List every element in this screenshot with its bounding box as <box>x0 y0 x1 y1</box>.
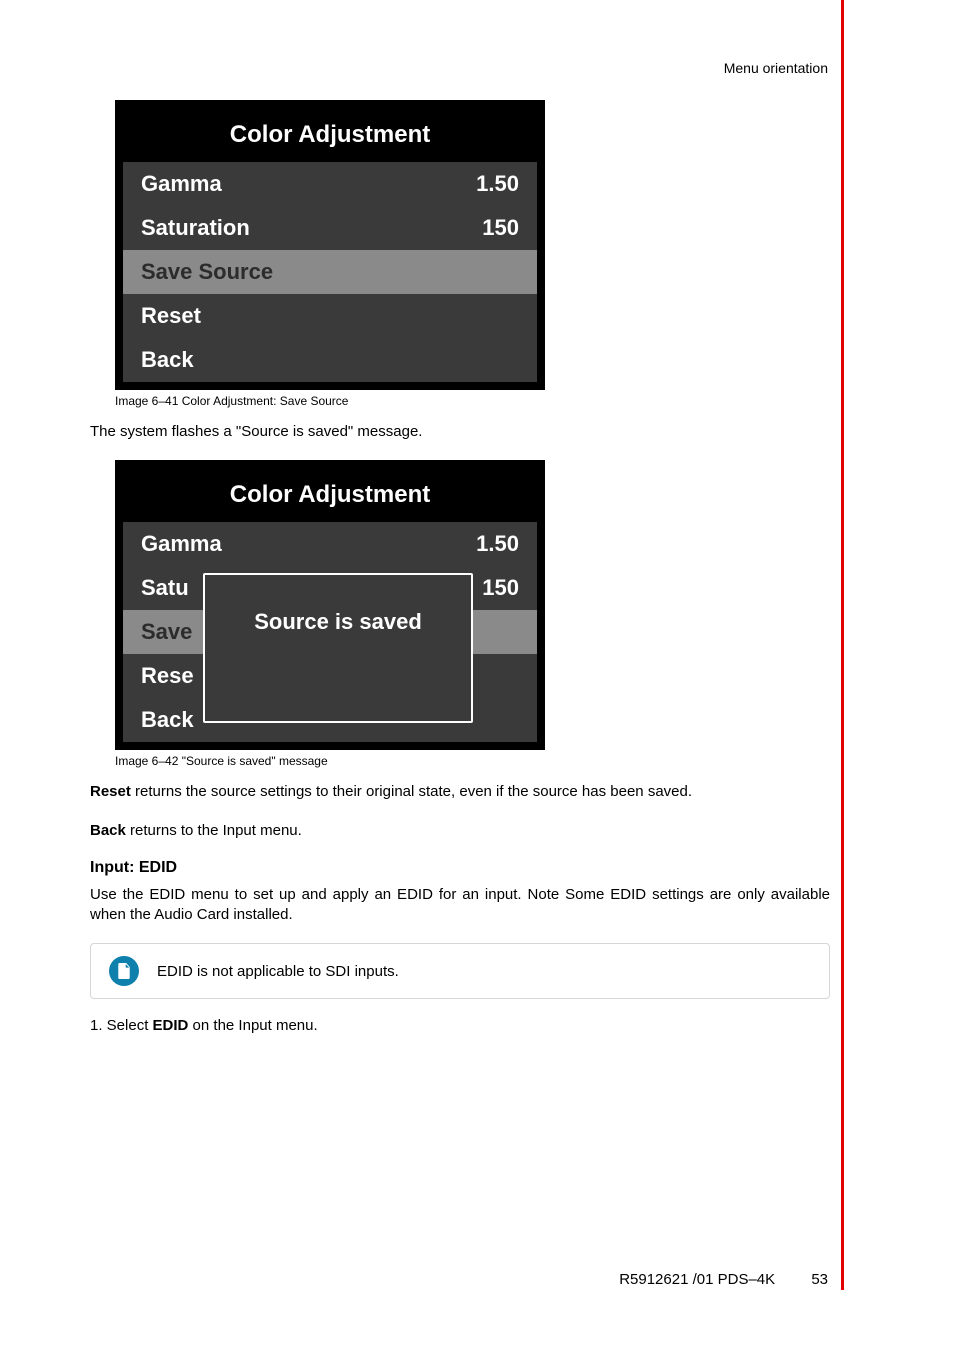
menu-label: Satu <box>141 575 189 601</box>
menu-label: Save <box>141 619 192 645</box>
menu-value: 1.50 <box>476 531 519 557</box>
menu-title: Color Adjustment <box>123 108 537 162</box>
menu-label: Save Source <box>141 259 273 285</box>
menu-label: Saturation <box>141 215 250 241</box>
paragraph: The system flashes a "Source is saved" m… <box>90 422 830 442</box>
menu-value: 150 <box>482 215 519 241</box>
step-item: 1. Select EDID on the Input menu. <box>90 1017 830 1034</box>
term-reset: Reset <box>90 783 131 800</box>
section-heading: Input: EDID <box>90 859 830 877</box>
menu-item-reset[interactable]: Reset <box>123 294 537 338</box>
paragraph: Back returns to the Input menu. <box>90 821 830 841</box>
paragraph: Use the EDID menu to set up and apply an… <box>90 885 830 926</box>
menu-value: 150 <box>482 575 519 601</box>
step-prefix: 1. Select <box>90 1017 153 1034</box>
menu-label: Rese <box>141 663 194 689</box>
text: returns to the Input menu. <box>126 822 302 839</box>
page-footer: R5912621 /01 PDS–4K 53 <box>0 1271 828 1288</box>
step-bold: EDID <box>153 1017 189 1034</box>
menu-item-save-source[interactable]: Save Source <box>123 250 537 294</box>
menu-label: Reset <box>141 303 201 329</box>
note-text: EDID is not applicable to SDI inputs. <box>157 963 399 980</box>
menu-item-back[interactable]: Back <box>123 338 537 382</box>
paragraph: Reset returns the source settings to the… <box>90 782 830 802</box>
page-header: Menu orientation <box>0 60 828 76</box>
toast-message: Source is saved <box>203 573 473 723</box>
term-back: Back <box>90 822 126 839</box>
menu-title: Color Adjustment <box>123 468 537 522</box>
menu-item-gamma[interactable]: Gamma 1.50 <box>123 162 537 206</box>
toast-text: Source is saved <box>254 609 422 635</box>
note-icon <box>109 956 139 986</box>
image-caption: Image 6–42 "Source is saved" message <box>115 754 830 768</box>
vertical-rule <box>841 0 844 1276</box>
menu-item-gamma[interactable]: Gamma 1.50 <box>123 522 537 566</box>
text: returns the source settings to their ori… <box>131 783 692 800</box>
step-suffix: on the Input menu. <box>188 1017 317 1034</box>
image-caption: Image 6–41 Color Adjustment: Save Source <box>115 394 830 408</box>
menu-panel-color-adjustment: Color Adjustment Gamma 1.50 Saturation 1… <box>115 100 545 390</box>
menu-panel-color-adjustment-saved: Color Adjustment Gamma 1.50 Satu 150 Sav… <box>115 460 545 750</box>
doc-id: R5912621 /01 PDS–4K <box>619 1271 775 1288</box>
menu-item-saturation[interactable]: Saturation 150 <box>123 206 537 250</box>
page-number: 53 <box>811 1271 828 1288</box>
menu-label: Back <box>141 347 194 373</box>
note-callout: EDID is not applicable to SDI inputs. <box>90 943 830 999</box>
content-area: Color Adjustment Gamma 1.50 Saturation 1… <box>90 100 830 1034</box>
menu-label: Gamma <box>141 171 222 197</box>
menu-label: Back <box>141 707 194 733</box>
menu-value: 1.50 <box>476 171 519 197</box>
footer-rule <box>841 1268 844 1290</box>
menu-label: Gamma <box>141 531 222 557</box>
page: Menu orientation Color Adjustment Gamma … <box>0 0 954 1350</box>
